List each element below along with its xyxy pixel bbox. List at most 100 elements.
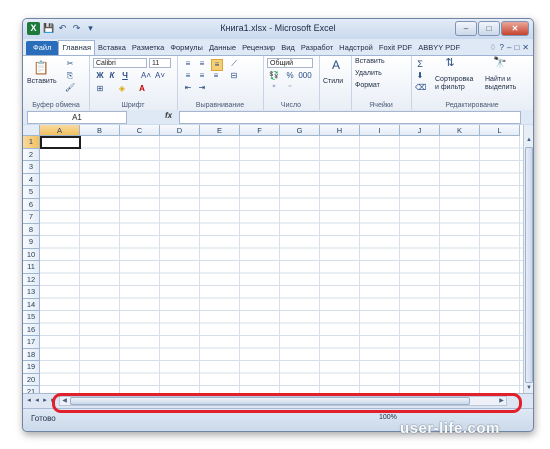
scroll-down-arrow-icon[interactable]: ▼ (524, 384, 533, 393)
row-header[interactable]: 3 (23, 161, 40, 174)
maximize-button[interactable]: □ (478, 21, 500, 36)
tab-formulas[interactable]: Формулы (167, 41, 206, 55)
insert-cells-button[interactable]: Вставить (355, 58, 385, 65)
styles-button[interactable]: Стили (323, 78, 343, 85)
sort-filter-label-2[interactable]: и фильтр (435, 84, 465, 91)
borders-icon[interactable]: ⊞ (95, 84, 105, 94)
styles-icon[interactable]: A (329, 59, 343, 74)
tab-review[interactable]: Рецензир (239, 41, 278, 55)
underline-button[interactable]: Ч (120, 71, 130, 81)
column-header[interactable]: B (80, 125, 120, 136)
column-header[interactable]: K (440, 125, 480, 136)
tab-abbyy-pdf[interactable]: ABBYY PDF (415, 41, 463, 55)
find-select-label-2[interactable]: выделить (485, 84, 516, 91)
scroll-up-arrow-icon[interactable]: ▲ (524, 136, 533, 145)
sort-filter-icon[interactable]: ⇅ (443, 58, 457, 72)
decrease-decimal-icon[interactable]: ⁻ (285, 83, 295, 93)
currency-icon[interactable]: 💱 (269, 71, 279, 81)
vertical-scrollbar[interactable]: ▲ ▼ (523, 125, 533, 393)
minimize-ribbon-icon[interactable]: ♢ (489, 41, 496, 55)
row-header[interactable]: 11 (23, 261, 40, 274)
font-name-select[interactable]: Calibri (93, 58, 147, 68)
bold-button[interactable]: Ж (95, 71, 105, 81)
fill-icon[interactable]: ⬇ (415, 71, 425, 81)
formula-input[interactable] (179, 111, 521, 124)
row-header[interactable]: 15 (23, 311, 40, 324)
tab-file[interactable]: Файл (26, 41, 59, 55)
row-header[interactable]: 2 (23, 148, 40, 161)
tab-foxit-pdf[interactable]: Foxit PDF (376, 41, 415, 55)
column-header[interactable]: L (480, 125, 520, 136)
orientation-icon[interactable]: ⟋ (229, 59, 239, 69)
find-select-icon[interactable]: 🔭 (493, 58, 507, 72)
row-header[interactable]: 17 (23, 336, 40, 349)
row-header[interactable]: 9 (23, 236, 40, 249)
number-format-select[interactable]: Общий (267, 58, 313, 68)
tab-data[interactable]: Данные (206, 41, 239, 55)
tab-page-layout[interactable]: Разметка (129, 41, 167, 55)
row-header[interactable]: 13 (23, 286, 40, 299)
delete-cells-button[interactable]: Удалить (355, 70, 382, 77)
tab-home[interactable]: Главная (58, 40, 95, 55)
row-header[interactable]: 14 (23, 298, 40, 311)
sort-filter-label[interactable]: Сортировка (435, 76, 473, 83)
active-cell[interactable] (40, 136, 81, 149)
merge-center-icon[interactable]: ⊟ (229, 71, 239, 81)
increase-indent-icon[interactable]: ⇥ (197, 83, 207, 93)
align-left-icon[interactable]: ≡ (183, 71, 193, 81)
thousands-button[interactable]: 000 (297, 71, 313, 81)
column-header[interactable]: F (240, 125, 280, 136)
decrease-indent-icon[interactable]: ⇤ (183, 83, 193, 93)
autosum-button[interactable]: Σ (415, 59, 425, 69)
first-sheet-icon[interactable]: ◂ (25, 396, 33, 406)
tab-view[interactable]: Вид (278, 41, 298, 55)
cells-area[interactable] (40, 136, 523, 393)
minimize-button[interactable]: – (455, 21, 477, 36)
align-center-icon[interactable]: ≡ (197, 71, 207, 81)
column-header[interactable]: C (120, 125, 160, 136)
font-size-select[interactable]: 11 (149, 58, 171, 68)
percent-button[interactable]: % (285, 71, 295, 81)
shrink-font-button[interactable]: A˅ (155, 71, 165, 81)
align-bottom-icon[interactable]: ≡ (211, 59, 223, 71)
row-header[interactable]: 21 (23, 386, 40, 393)
increase-decimal-icon[interactable]: ⁺ (269, 83, 279, 93)
row-header[interactable]: 5 (23, 186, 40, 199)
align-top-icon[interactable]: ≡ (183, 59, 193, 69)
prev-sheet-icon[interactable]: ◂ (33, 396, 41, 406)
row-header[interactable]: 4 (23, 173, 40, 186)
column-header[interactable]: A (40, 125, 80, 136)
row-header[interactable]: 8 (23, 223, 40, 236)
find-select-label[interactable]: Найти и (485, 76, 511, 83)
column-header[interactable]: I (360, 125, 400, 136)
paste-icon[interactable]: 📋 (33, 60, 49, 76)
insert-function-icon[interactable]: fx (165, 111, 172, 120)
row-header[interactable]: 10 (23, 248, 40, 261)
row-header[interactable]: 7 (23, 211, 40, 224)
fill-color-icon[interactable]: ◈ (117, 84, 127, 94)
paste-button[interactable]: Вставить (27, 78, 57, 85)
clear-icon[interactable]: ⌫ (415, 83, 426, 93)
workbook-restore-icon[interactable]: □ (514, 41, 519, 55)
column-header[interactable]: E (200, 125, 240, 136)
zoom-level[interactable]: 100% (379, 414, 397, 421)
workbook-minimize-icon[interactable]: – (507, 41, 511, 55)
column-header[interactable]: G (280, 125, 320, 136)
tab-addins[interactable]: Надстрой (336, 41, 376, 55)
name-box[interactable]: A1 (27, 111, 127, 124)
format-cells-button[interactable]: Формат (355, 82, 380, 89)
next-sheet-icon[interactable]: ▸ (41, 396, 49, 406)
align-right-icon[interactable]: ≡ (211, 71, 221, 81)
row-header[interactable]: 1 (23, 136, 40, 149)
row-header[interactable]: 20 (23, 373, 40, 386)
grow-font-button[interactable]: A˄ (141, 71, 151, 81)
workbook-close-icon[interactable]: ✕ (522, 41, 529, 55)
column-header[interactable]: H (320, 125, 360, 136)
format-painter-icon[interactable]: 🖌 (65, 83, 75, 93)
cut-icon[interactable]: ✂ (65, 59, 75, 69)
tab-insert[interactable]: Вставка (95, 41, 129, 55)
font-color-icon[interactable]: A (137, 84, 147, 94)
copy-icon[interactable]: ⎘ (65, 71, 75, 81)
italic-button[interactable]: К (107, 71, 117, 81)
row-header[interactable]: 16 (23, 323, 40, 336)
